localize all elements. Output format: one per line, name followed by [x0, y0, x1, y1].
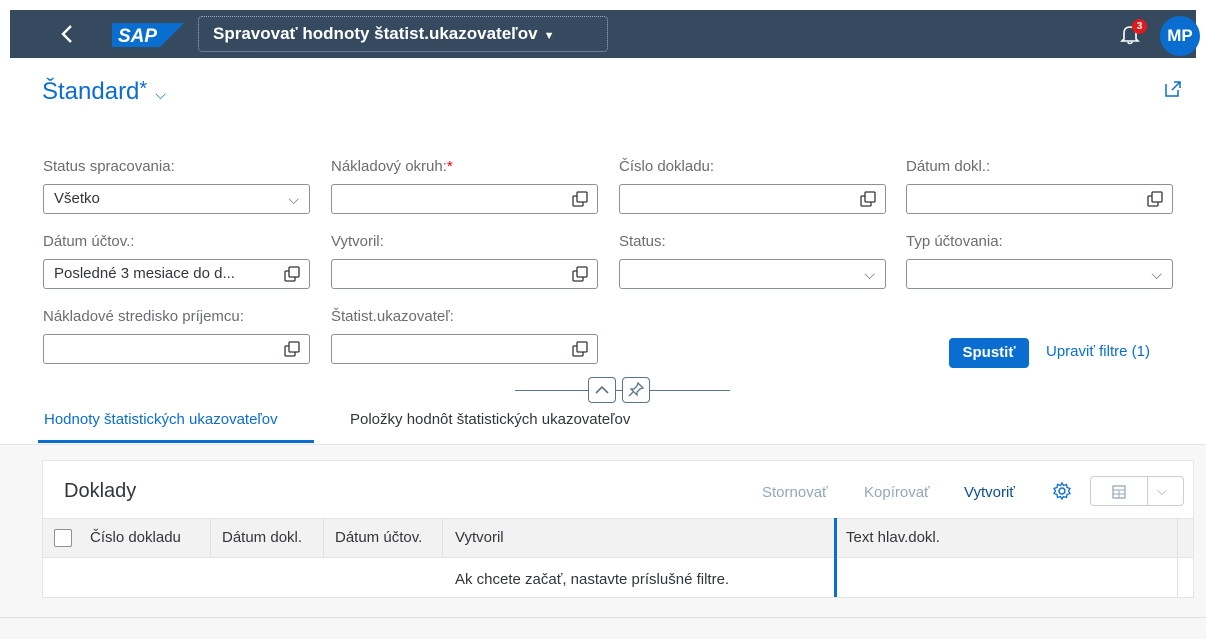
share-icon — [1165, 81, 1181, 97]
value-help-icon[interactable] — [571, 190, 589, 208]
caret-down-icon: ▼ — [543, 30, 555, 42]
no-data-text: Ak chcete začať, nastavte príslušné filt… — [455, 571, 730, 588]
cancel-doc-button[interactable]: Stornovať — [762, 484, 828, 501]
app-title-text: Spravovať hodnoty štatist.ukazovateľov — [213, 24, 538, 43]
label-cislo-dokladu: Číslo dokladu: — [619, 158, 715, 175]
app-title-menu[interactable]: Spravovať hodnoty štatist.ukazovateľov ▼ — [198, 16, 608, 52]
column-separator[interactable] — [210, 518, 211, 558]
vytvoril-input[interactable] — [331, 259, 598, 289]
column-header[interactable]: Dátum dokl. — [222, 529, 302, 546]
table-title: Doklady — [64, 480, 137, 502]
column-separator[interactable] — [323, 518, 324, 558]
chevron-down-icon[interactable]: ⌵ — [1151, 260, 1162, 288]
column-separator[interactable] — [442, 518, 443, 558]
chevron-down-icon[interactable]: ⌵ — [864, 260, 875, 288]
column-header[interactable]: Číslo dokladu — [90, 529, 181, 546]
label-nakladovy-okruh: Nákladový okruh:* — [331, 158, 453, 175]
value-help-icon[interactable] — [571, 265, 589, 283]
notification-badge: 3 — [1132, 19, 1147, 34]
footer-divider — [0, 617, 1206, 618]
label-vytvoril: Vytvoril: — [331, 233, 384, 250]
datum-dokl-input[interactable] — [906, 184, 1173, 214]
value-help-icon[interactable] — [1146, 190, 1164, 208]
svg-text:SAP: SAP — [118, 26, 157, 47]
label-typ-uctovania: Typ účtovania: — [906, 233, 1003, 250]
go-button[interactable]: Spustiť — [949, 338, 1029, 368]
export-spreadsheet-icon[interactable] — [1109, 482, 1129, 502]
variant-management[interactable]: Štandard* ⌵ — [42, 78, 166, 106]
chevron-left-icon — [61, 25, 72, 43]
export-button-group[interactable]: ⌵ — [1090, 476, 1184, 506]
share-button[interactable] — [1162, 78, 1184, 100]
label-datum-dokl: Dátum dokl.: — [906, 158, 991, 175]
select-all-checkbox[interactable] — [54, 529, 72, 547]
table-header-row — [43, 518, 1193, 558]
chevron-up-icon — [595, 385, 609, 394]
datum-uctov-input[interactable]: Posledné 3 mesiace do d... — [43, 259, 310, 289]
shell-bar: SAP Spravovať hodnoty štatist.ukazovateľ… — [10, 10, 1200, 58]
status-spracovania-select[interactable]: Všetko ⌵ — [43, 184, 310, 214]
column-header[interactable]: Vytvoril — [455, 529, 504, 546]
label-nakladovy-okruh-text: Nákladový okruh: — [331, 158, 447, 175]
value-help-icon[interactable] — [283, 265, 301, 283]
collapse-header-button[interactable] — [588, 377, 616, 403]
label-status: Status: — [619, 233, 666, 250]
value-help-icon[interactable] — [859, 190, 877, 208]
adapt-filters-link[interactable]: Upraviť filtre (1) — [1046, 343, 1150, 360]
segment-divider — [1147, 477, 1148, 505]
label-status-spracovania: Status spracovania: — [43, 158, 175, 175]
column-header[interactable]: Text hlav.dokl. — [846, 529, 940, 546]
status-spracovania-value: Všetko — [54, 190, 100, 207]
create-button[interactable]: Vytvoriť — [964, 484, 1015, 501]
label-datum-uctov: Dátum účtov.: — [43, 233, 135, 250]
avatar[interactable]: MP — [1160, 16, 1200, 56]
label-nakladove-stredisko: Nákladové stredisko príjemcu: — [43, 308, 244, 325]
tab-selection-indicator — [38, 440, 314, 443]
label-statist-ukazovatel: Štatist.ukazovateľ: — [331, 308, 454, 325]
nakladovy-okruh-input[interactable] — [331, 184, 598, 214]
copy-button[interactable]: Kopírovať — [864, 484, 930, 501]
sap-logo[interactable]: SAP — [112, 23, 184, 47]
chevron-down-icon[interactable]: ⌵ — [1157, 477, 1167, 505]
value-help-icon[interactable] — [571, 340, 589, 358]
column-separator — [1177, 518, 1178, 598]
pin-header-button[interactable] — [622, 377, 650, 403]
back-button[interactable] — [54, 20, 82, 48]
typ-uctovania-select[interactable]: ⌵ — [906, 259, 1173, 289]
cislo-dokladu-input[interactable] — [619, 184, 886, 214]
datum-uctov-value: Posledné 3 mesiace do d... — [54, 265, 235, 282]
column-header[interactable]: Dátum účtov. — [335, 529, 422, 546]
chevron-down-icon: ⌵ — [155, 86, 166, 102]
statist-ukazovatel-input[interactable] — [331, 334, 598, 364]
variant-name: Štandard — [42, 78, 140, 105]
pin-icon — [628, 381, 645, 397]
variant-modified-marker: * — [139, 78, 148, 100]
settings-button[interactable] — [1051, 480, 1073, 502]
required-marker: * — [446, 158, 453, 175]
tab-hodnoty[interactable]: Hodnoty štatistických ukazovateľov — [44, 411, 278, 428]
chevron-down-icon[interactable]: ⌵ — [288, 185, 299, 213]
gear-icon — [1053, 481, 1071, 501]
fixed-column-divider[interactable] — [834, 518, 837, 598]
status-select[interactable]: ⌵ — [619, 259, 886, 289]
tab-polozky[interactable]: Položky hodnôt štatistických ukazovateľo… — [350, 411, 630, 428]
nakladove-stredisko-input[interactable] — [43, 334, 310, 364]
value-help-icon[interactable] — [283, 340, 301, 358]
row-divider — [43, 597, 1193, 598]
